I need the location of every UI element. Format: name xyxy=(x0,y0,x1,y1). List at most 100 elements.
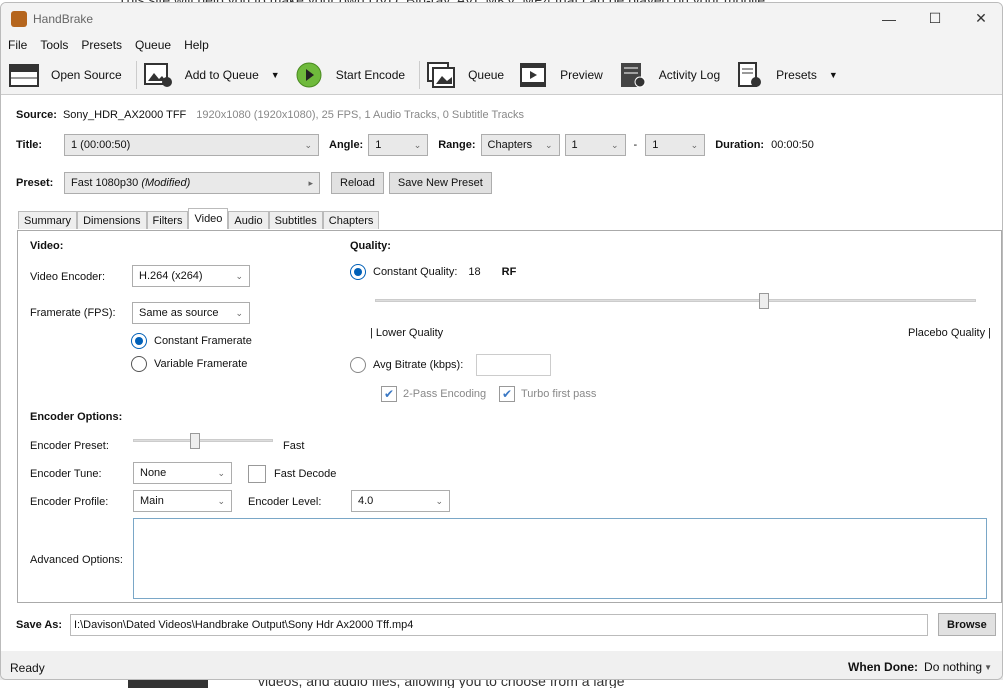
preset-label: Preset: xyxy=(16,177,54,189)
background-image xyxy=(128,680,208,688)
start-encode-button[interactable]: Start Encode xyxy=(294,62,405,88)
video-heading: Video: xyxy=(30,240,64,252)
when-done-control[interactable]: When Done: Do nothing ▼ xyxy=(848,660,992,674)
radio-icon xyxy=(131,356,147,372)
duration-label: Duration: xyxy=(715,139,765,151)
encoder-profile-select[interactable]: Main ⌄ xyxy=(133,490,232,512)
cq-value: 18 xyxy=(468,266,481,278)
tab-subtitles[interactable]: Subtitles xyxy=(268,211,323,229)
label: Fast Decode xyxy=(274,468,337,480)
dropdown-arrow-icon[interactable]: ▼ xyxy=(271,70,280,80)
value: 1 xyxy=(652,139,659,151)
preview-button[interactable]: Preview xyxy=(518,62,603,88)
minimize-button[interactable]: — xyxy=(866,3,912,34)
tab-summary[interactable]: Summary xyxy=(18,211,78,229)
fast-decode-checkbox[interactable]: Fast Decode xyxy=(248,465,336,483)
open-source-button[interactable]: Open Source xyxy=(9,62,122,88)
close-button[interactable]: ✕ xyxy=(958,3,1002,34)
quality-slider[interactable] xyxy=(375,293,976,309)
chevron-down-icon: ⌄ xyxy=(235,307,243,318)
chevron-right-icon: ▸ xyxy=(308,177,313,188)
video-panel: Video: Video Encoder: H.264 (x264) ⌄ Fram… xyxy=(17,230,1002,603)
modified-tag: (Modified) xyxy=(141,177,191,189)
maximize-button[interactable]: ☐ xyxy=(912,3,958,34)
slider-thumb[interactable] xyxy=(759,293,770,309)
range-end-select[interactable]: 1 ⌄ xyxy=(645,134,706,156)
chevron-down-icon: ⌄ xyxy=(217,495,225,506)
two-pass-checkbox[interactable]: ✔ 2-Pass Encoding xyxy=(381,386,486,402)
when-done-label: When Done: xyxy=(848,660,919,674)
label: Queue xyxy=(468,68,505,82)
advanced-options-textarea[interactable] xyxy=(133,518,987,599)
source-row: Source: Sony_HDR_AX2000 TFF 1920x1080 (1… xyxy=(16,109,524,121)
film-preview-icon xyxy=(518,62,548,88)
constant-framerate-radio[interactable]: Constant Framerate xyxy=(131,333,252,349)
constant-quality-radio[interactable]: Constant Quality: 18 RF xyxy=(350,264,516,280)
avg-bitrate-radio[interactable]: Avg Bitrate (kbps): xyxy=(350,357,463,373)
radio-icon xyxy=(350,357,366,373)
menu-presets[interactable]: Presets xyxy=(81,38,122,52)
radio-icon xyxy=(131,333,147,349)
activity-log-button[interactable]: Activity Log xyxy=(617,62,720,88)
save-new-preset-button[interactable]: Save New Preset xyxy=(388,172,492,194)
video-encoder-label: Video Encoder: xyxy=(30,271,106,283)
label: Turbo first pass xyxy=(521,388,597,400)
presets-gear-icon xyxy=(734,62,764,88)
dropdown-arrow-icon: ▼ xyxy=(984,662,992,672)
chevron-down-icon: ⌄ xyxy=(413,139,422,150)
menu-file[interactable]: File xyxy=(8,38,27,52)
value: Main xyxy=(140,495,164,507)
avg-bitrate-input[interactable] xyxy=(476,354,551,376)
value: Same as source xyxy=(139,307,219,319)
source-info: 1920x1080 (1920x1080), 25 FPS, 1 Audio T… xyxy=(196,109,525,121)
range-type-select[interactable]: Chapters ⌄ xyxy=(480,134,560,156)
label: Constant Framerate xyxy=(154,335,252,347)
encoder-preset-slider[interactable] xyxy=(133,433,273,449)
menu-queue[interactable]: Queue xyxy=(135,38,171,52)
title-row: Title: 1 (00:00:50) ⌄ Angle: 1 ⌄ Range: Ch… xyxy=(16,134,814,156)
tab-dimensions[interactable]: Dimensions xyxy=(77,211,147,229)
save-path-input[interactable]: I:\Davison\Dated Videos\Handbrake Output… xyxy=(70,613,928,636)
checkmark-icon: ✔ xyxy=(499,386,515,402)
window-title: HandBrake xyxy=(33,11,94,26)
angle-select[interactable]: 1 ⌄ xyxy=(368,134,429,156)
queue-button[interactable]: Queue xyxy=(426,62,504,88)
slider-thumb[interactable] xyxy=(190,433,201,449)
video-encoder-select[interactable]: H.264 (x264) ⌄ xyxy=(132,265,250,287)
source-name: Sony_HDR_AX2000 TFF xyxy=(62,109,187,121)
placebo-quality-label: Placebo Quality | xyxy=(908,327,991,339)
cq-unit: RF xyxy=(501,266,517,278)
preset-select[interactable]: Fast 1080p30 (Modified) ▸ xyxy=(64,172,320,194)
when-done-value[interactable]: Do nothing xyxy=(924,660,982,674)
status-bar: Ready When Done: Do nothing ▼ xyxy=(1,651,1002,679)
value: H.264 (x264) xyxy=(139,270,203,282)
background-text: videos, and audio files, allowing you to… xyxy=(258,680,625,688)
range-dash: - xyxy=(633,139,638,151)
range-start-select[interactable]: 1 ⌄ xyxy=(564,134,626,156)
title-select[interactable]: 1 (00:00:50) ⌄ xyxy=(64,134,319,156)
encoder-preset-value: Fast xyxy=(283,440,305,452)
tab-audio[interactable]: Audio xyxy=(228,211,269,229)
menu-tools[interactable]: Tools xyxy=(40,38,68,52)
add-to-queue-button[interactable]: Add to Queue ▼ xyxy=(143,62,280,88)
encoder-level-select[interactable]: 4.0 ⌄ xyxy=(351,490,450,512)
tab-filters[interactable]: Filters xyxy=(146,211,189,229)
title-bar: HandBrake — ☐ ✕ xyxy=(1,3,1002,34)
checkmark-icon: ✔ xyxy=(381,386,397,402)
label: Avg Bitrate (kbps): xyxy=(373,359,464,371)
clapperboard-icon xyxy=(9,62,39,88)
toolbar: Open Source Add to Queue ▼ Start Encode Q… xyxy=(1,56,1002,95)
framerate-select[interactable]: Same as source ⌄ xyxy=(132,302,250,324)
tab-video[interactable]: Video xyxy=(188,208,229,229)
browse-button[interactable]: Browse xyxy=(938,613,996,636)
variable-framerate-radio[interactable]: Variable Framerate xyxy=(131,356,247,372)
save-as-label: Save As: xyxy=(16,618,63,631)
reload-button[interactable]: Reload xyxy=(331,172,384,194)
menu-help[interactable]: Help xyxy=(184,38,209,52)
encoder-tune-select[interactable]: None ⌄ xyxy=(133,462,232,484)
slider-track xyxy=(375,299,976,302)
label: Presets xyxy=(776,68,817,82)
tab-chapters[interactable]: Chapters xyxy=(322,211,380,229)
turbo-first-pass-checkbox[interactable]: ✔ Turbo first pass xyxy=(499,386,596,402)
presets-button[interactable]: Presets ▼ xyxy=(734,62,838,88)
